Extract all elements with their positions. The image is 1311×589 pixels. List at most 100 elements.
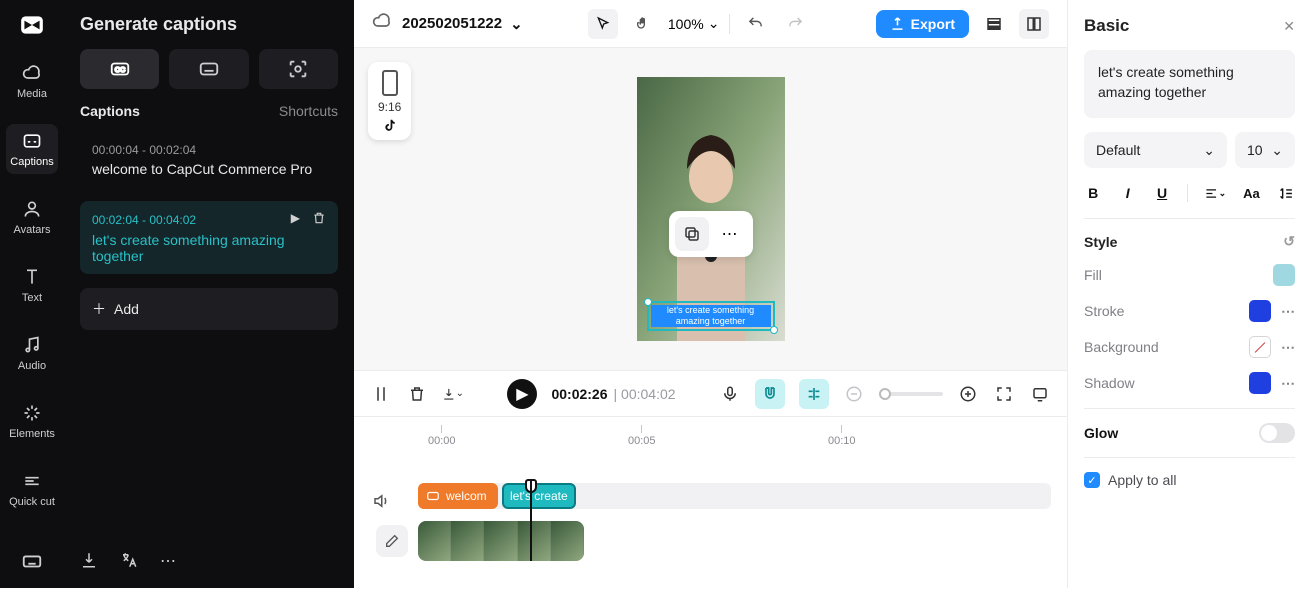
- glow-toggle[interactable]: [1259, 423, 1295, 443]
- ratio-label: 9:16: [378, 100, 401, 114]
- more-icon[interactable]: ⋯: [713, 217, 747, 251]
- timeline-ruler[interactable]: 00:00 00:05 00:10: [418, 421, 1051, 445]
- caption-item-selected[interactable]: 00:02:04 - 00:04:02 ▶ let's create somet…: [80, 201, 338, 274]
- apply-label: Apply to all: [1108, 472, 1176, 488]
- export-button[interactable]: Export: [876, 10, 969, 38]
- quickcut-icon: [21, 470, 43, 492]
- delete-icon[interactable]: [312, 211, 326, 228]
- rail-label: Captions: [10, 156, 53, 168]
- size-select[interactable]: 10⌄: [1235, 132, 1295, 168]
- caption-item[interactable]: 00:00:04 - 00:02:04 welcome to CapCut Co…: [80, 133, 338, 187]
- rail-elements[interactable]: Elements: [6, 396, 58, 446]
- split-icon[interactable]: [370, 383, 392, 405]
- undo-button[interactable]: [740, 9, 770, 39]
- caption-clip-selected[interactable]: let's create: [502, 483, 576, 509]
- hand-tool[interactable]: [628, 9, 658, 39]
- export-label: Export: [911, 16, 955, 32]
- caption-track[interactable]: welcom let's create: [418, 481, 1051, 511]
- zoom-in-icon[interactable]: [957, 383, 979, 405]
- checkbox-icon[interactable]: ✓: [1084, 472, 1100, 488]
- translate-icon[interactable]: [120, 551, 138, 574]
- more-icon[interactable]: ⋯: [160, 551, 176, 574]
- rail-text[interactable]: Text: [6, 260, 58, 310]
- caption-text: welcome to CapCut Commerce Pro: [92, 161, 326, 177]
- copy-icon[interactable]: [675, 217, 709, 251]
- video-preview[interactable]: ⋯ let's create something amazing togethe…: [637, 77, 785, 341]
- rail-media[interactable]: Media: [6, 56, 58, 106]
- rail-quickcut[interactable]: Quick cut: [6, 464, 58, 514]
- underline-button[interactable]: U: [1153, 182, 1171, 204]
- apply-to-all[interactable]: ✓ Apply to all: [1084, 472, 1295, 488]
- italic-button[interactable]: I: [1118, 182, 1136, 204]
- fit-icon[interactable]: [993, 383, 1015, 405]
- align-button[interactable]: ⌄: [1204, 182, 1226, 204]
- rail-avatars[interactable]: Avatars: [6, 192, 58, 242]
- timecode: 00:02:26 | 00:04:02: [551, 386, 675, 402]
- caption-text: let's create something amazing together: [92, 232, 326, 264]
- close-icon[interactable]: ✕: [1283, 18, 1295, 35]
- keyboard-icon[interactable]: [21, 559, 43, 576]
- seg-cc[interactable]: CC: [80, 49, 159, 89]
- speaker-icon[interactable]: [372, 492, 390, 515]
- cursor-tool[interactable]: [588, 9, 618, 39]
- zoom-select[interactable]: 100%⌄: [668, 15, 720, 32]
- mic-icon[interactable]: [719, 383, 741, 405]
- video-clip[interactable]: [418, 521, 584, 561]
- stroke-swatch[interactable]: [1249, 300, 1271, 322]
- seg-subtitle[interactable]: [169, 49, 248, 89]
- basic-title: Basic: [1084, 16, 1129, 36]
- rail-label: Audio: [18, 360, 46, 372]
- add-caption-button[interactable]: ＋ Add: [80, 288, 338, 330]
- layout-2-icon[interactable]: [1019, 9, 1049, 39]
- rail-label: Avatars: [13, 224, 50, 236]
- play-button[interactable]: ▶: [507, 379, 537, 409]
- resize-handle[interactable]: [644, 298, 652, 306]
- panel-title: Generate captions: [80, 14, 338, 35]
- font-select[interactable]: Default⌄: [1084, 132, 1227, 168]
- track-align-icon[interactable]: [799, 379, 829, 409]
- clip-label: welcom: [446, 489, 487, 503]
- caption-text-input[interactable]: let's create something amazing together: [1084, 50, 1295, 118]
- zoom-out-icon[interactable]: [843, 383, 865, 405]
- project-name-dropdown[interactable]: 202502051222 ⌄: [402, 15, 523, 33]
- resize-handle[interactable]: [770, 326, 778, 334]
- shortcuts-link[interactable]: Shortcuts: [279, 103, 338, 119]
- background-swatch[interactable]: [1249, 336, 1271, 358]
- rail-captions[interactable]: Captions: [6, 124, 58, 174]
- layout-1-icon[interactable]: [979, 9, 1009, 39]
- seg-detect[interactable]: [259, 49, 338, 89]
- reset-icon[interactable]: ↺: [1283, 233, 1295, 250]
- redo-button[interactable]: [780, 9, 810, 39]
- tiktok-icon: [383, 118, 397, 132]
- more-icon[interactable]: ⋯: [1281, 303, 1295, 320]
- aspect-ratio-card[interactable]: 9:16: [368, 62, 411, 140]
- cloud-sync-icon[interactable]: [372, 11, 392, 36]
- fill-swatch[interactable]: [1273, 264, 1295, 286]
- download-menu-icon[interactable]: ⌄: [442, 383, 464, 405]
- case-button[interactable]: Aa: [1242, 182, 1260, 204]
- chevron-down-icon: ⌄: [1203, 142, 1215, 159]
- caption-clip[interactable]: welcom: [418, 483, 498, 509]
- tick-label: 00:00: [428, 435, 456, 447]
- background-label: Background: [1084, 339, 1159, 355]
- more-icon[interactable]: ⋯: [1281, 375, 1295, 392]
- caption-time: 00:02:04 - 00:04:02 ▶: [92, 211, 326, 228]
- overlay-tools: ⋯: [669, 211, 753, 257]
- caption-overlay[interactable]: let's create something amazing together: [647, 301, 775, 331]
- trash-icon[interactable]: [406, 383, 428, 405]
- download-icon[interactable]: [80, 551, 98, 574]
- rail-audio[interactable]: Audio: [6, 328, 58, 378]
- zoom-slider[interactable]: [879, 392, 943, 396]
- spacing-button[interactable]: [1277, 182, 1295, 204]
- ratio-icon: [382, 70, 398, 96]
- video-track[interactable]: [418, 521, 1051, 561]
- magnet-icon[interactable]: [755, 379, 785, 409]
- bold-button[interactable]: B: [1084, 182, 1102, 204]
- chevron-down-icon: ⌄: [510, 15, 523, 33]
- app-logo[interactable]: [18, 12, 46, 38]
- edit-icon[interactable]: [376, 525, 408, 557]
- shadow-swatch[interactable]: [1249, 372, 1271, 394]
- play-icon[interactable]: ▶: [291, 211, 300, 228]
- screen-icon[interactable]: [1029, 383, 1051, 405]
- more-icon[interactable]: ⋯: [1281, 339, 1295, 356]
